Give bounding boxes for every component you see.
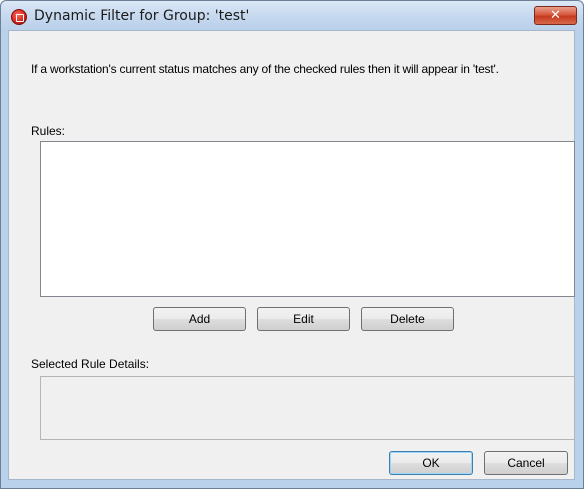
rules-label: Rules: — [31, 124, 66, 138]
edit-button[interactable]: Edit — [257, 307, 350, 331]
window-title: Dynamic Filter for Group: 'test' — [34, 8, 250, 24]
add-button[interactable]: Add — [153, 307, 246, 331]
ok-button[interactable]: OK — [389, 451, 473, 475]
close-icon: ✕ — [550, 8, 561, 23]
selected-rule-details-box — [40, 376, 575, 440]
description-text: If a workstation's current status matche… — [31, 62, 499, 76]
title-bar[interactable]: Dynamic Filter for Group: 'test' ✕ — [1, 1, 583, 31]
selected-rule-details-label: Selected Rule Details: — [31, 357, 150, 371]
cancel-button[interactable]: Cancel — [484, 451, 568, 475]
close-button[interactable]: ✕ — [534, 6, 577, 25]
rules-list[interactable] — [40, 141, 575, 297]
delete-button[interactable]: Delete — [361, 307, 454, 331]
app-icon — [11, 9, 27, 25]
